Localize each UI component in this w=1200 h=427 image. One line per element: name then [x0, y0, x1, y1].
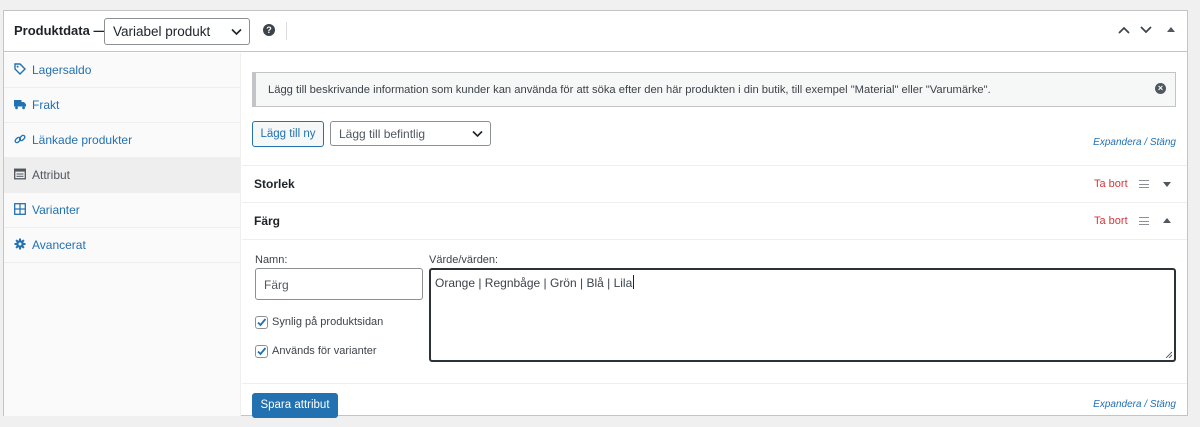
attribute-row-color[interactable]: Färg Ta bort [242, 202, 1187, 239]
table-icon [14, 168, 26, 180]
visible-on-product-page-label[interactable]: Synlig på produktsidan [272, 316, 383, 328]
chevron-down-icon [472, 130, 483, 138]
tab-label: Länkade produkter [32, 133, 133, 147]
gear-icon [14, 238, 26, 250]
checkmark-icon [257, 318, 267, 327]
product-data-panel: Produktdata — Variabel produkt ? Lagersa… [3, 10, 1188, 418]
visible-on-product-page-checkbox[interactable] [255, 316, 268, 329]
move-down-icon[interactable] [1139, 25, 1153, 35]
tab-label: Avancerat [32, 238, 86, 252]
resize-handle-icon[interactable] [1165, 351, 1172, 358]
save-attributes-button[interactable]: Spara attribut [252, 393, 338, 418]
tab-shipping[interactable]: Frakt [4, 88, 241, 123]
remove-attribute-link[interactable]: Ta bort [1094, 178, 1128, 190]
truck-icon [14, 100, 26, 110]
attribute-name: Färg [254, 214, 281, 228]
checkmark-icon [257, 347, 267, 356]
info-notice: Lägg till beskrivande information som ku… [252, 72, 1176, 107]
tab-label: Lagersaldo [32, 63, 92, 77]
tab-label: Attribut [32, 168, 71, 182]
add-new-attribute-button[interactable]: Lägg till ny [252, 121, 324, 147]
divider [242, 383, 1187, 384]
tab-linked-products[interactable]: Länkade produkter [4, 123, 241, 158]
chevron-down-icon [231, 28, 242, 36]
product-type-select[interactable]: Variabel produkt [104, 18, 250, 45]
tab-attributes[interactable]: Attribut [4, 158, 241, 193]
tab-label: Varianter [32, 203, 80, 217]
expand-collapse-link[interactable]: Expandera / Stäng [1093, 399, 1176, 410]
help-icon[interactable]: ? [263, 24, 275, 36]
attributes-panel: Lägg till beskrivande information som ku… [242, 53, 1187, 418]
notice-text: Lägg till beskrivande information som ku… [268, 84, 991, 96]
name-label: Namn: [255, 254, 288, 266]
tag-icon [14, 63, 26, 75]
move-up-icon[interactable] [1117, 25, 1131, 35]
link-icon [14, 134, 26, 144]
text-caret [633, 275, 635, 289]
grid-icon [14, 203, 26, 215]
expand-collapse-link[interactable]: Expandera / Stäng [1093, 137, 1176, 148]
tab-variations[interactable]: Varianter [4, 193, 241, 228]
panel-title: Produktdata — [14, 23, 107, 38]
dismiss-icon[interactable]: × [1155, 83, 1166, 94]
product-type-value: Variabel produkt [113, 24, 211, 39]
divider [242, 239, 1187, 240]
drag-handle-icon[interactable] [1139, 217, 1149, 225]
header-divider [286, 22, 287, 40]
product-data-tabs: Lagersaldo Frakt Länkade produkter Attri… [4, 53, 241, 416]
tab-inventory[interactable]: Lagersaldo [4, 53, 241, 88]
tab-advanced[interactable]: Avancerat [4, 228, 241, 263]
attribute-name-value: Färg [264, 278, 289, 292]
remove-attribute-link[interactable]: Ta bort [1094, 215, 1128, 227]
collapse-panel-icon[interactable] [1167, 27, 1175, 32]
attribute-name: Storlek [254, 177, 295, 191]
attribute-values-text: Orange | Regnbåge | Grön | Blå | Lila [435, 276, 633, 290]
used-for-variations-checkbox[interactable] [255, 345, 268, 358]
attribute-name-input[interactable]: Färg [255, 268, 423, 300]
tab-label: Frakt [32, 98, 60, 112]
add-existing-attribute-select[interactable]: Lägg till befintlig [330, 121, 491, 146]
add-existing-placeholder: Lägg till befintlig [339, 127, 426, 141]
drag-handle-icon[interactable] [1139, 180, 1149, 188]
values-label: Värde/värden: [429, 254, 499, 266]
used-for-variations-label[interactable]: Används för varianter [272, 345, 377, 357]
attribute-values-textarea[interactable]: Orange | Regnbåge | Grön | Blå | Lila [429, 268, 1176, 362]
attribute-row-size[interactable]: Storlek Ta bort [242, 165, 1187, 202]
panel-header: Produktdata — Variabel produkt ? [4, 11, 1187, 52]
expand-icon[interactable] [1163, 182, 1171, 187]
collapse-icon[interactable] [1163, 218, 1171, 223]
